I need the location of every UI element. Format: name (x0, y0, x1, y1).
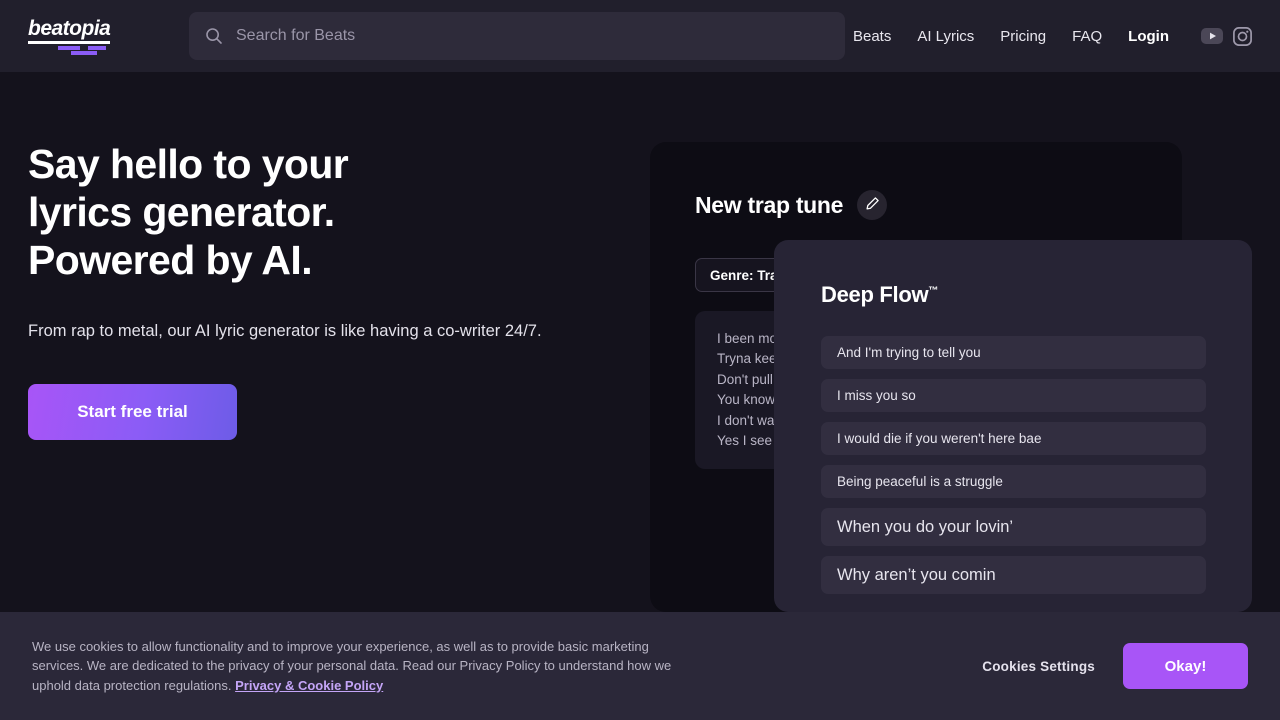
trademark-mark: ™ (928, 285, 939, 297)
flow-suggestion-item[interactable]: When you do your lovin’ (821, 508, 1206, 546)
site-header: beatopia Beats AI Lyrics Pricing FAQ Log… (0, 0, 1280, 72)
main-nav: Beats AI Lyrics Pricing FAQ Login (853, 26, 1252, 46)
flow-suggestion-item[interactable]: And I'm trying to tell you (821, 336, 1206, 369)
logo-bars-icon (28, 45, 124, 55)
nav-link-faq[interactable]: FAQ (1072, 28, 1102, 45)
tune-card-header: New trap tune (695, 190, 1182, 220)
deep-flow-title: Deep Flow™ (821, 282, 1206, 308)
nav-link-beats[interactable]: Beats (853, 28, 891, 45)
hero-heading-line-1: Say hello to your (28, 141, 349, 187)
hero-heading-line-3: Powered by AI. (28, 237, 313, 283)
social-links (1201, 26, 1252, 46)
flow-suggestion-item[interactable]: I miss you so (821, 379, 1206, 412)
deep-flow-panel: Deep Flow™ And I'm trying to tell you I … (774, 240, 1252, 612)
cookie-banner: We use cookies to allow functionality an… (0, 612, 1280, 720)
pencil-icon (865, 196, 880, 214)
privacy-cookie-policy-link[interactable]: Privacy & Cookie Policy (235, 678, 383, 693)
hero-subtitle: From rap to metal, our AI lyric generato… (28, 322, 542, 340)
hero-heading-line-2: lyrics generator. (28, 189, 335, 235)
search-icon (205, 27, 223, 45)
cookie-banner-actions: Cookies Settings Okay! (982, 643, 1248, 689)
tune-title: New trap tune (695, 191, 844, 218)
nav-link-ai-lyrics[interactable]: AI Lyrics (917, 28, 974, 45)
deep-flow-title-text: Deep Flow (821, 282, 929, 307)
nav-link-login[interactable]: Login (1128, 28, 1169, 45)
edit-title-button[interactable] (857, 190, 888, 220)
cookie-banner-text: We use cookies to allow functionality an… (32, 637, 677, 696)
hero-heading: Say hello to your lyrics generator. Powe… (28, 140, 628, 284)
logo[interactable]: beatopia (28, 18, 148, 55)
cookies-settings-button[interactable]: Cookies Settings (982, 659, 1095, 674)
youtube-icon[interactable] (1201, 28, 1223, 44)
nav-link-pricing[interactable]: Pricing (1000, 28, 1046, 45)
start-free-trial-button[interactable]: Start free trial (28, 384, 237, 440)
hero-section: Say hello to your lyrics generator. Powe… (28, 140, 628, 440)
cookies-accept-button[interactable]: Okay! (1123, 643, 1248, 689)
instagram-icon[interactable] (1233, 26, 1252, 46)
search-bar[interactable] (189, 12, 845, 60)
search-input[interactable] (236, 27, 829, 45)
logo-text: beatopia (28, 18, 111, 44)
flow-suggestion-item[interactable]: Why aren’t you comin (821, 556, 1206, 594)
flow-suggestion-item[interactable]: I would die if you weren't here bae (821, 422, 1206, 455)
flow-suggestion-item[interactable]: Being peaceful is a struggle (821, 465, 1206, 498)
